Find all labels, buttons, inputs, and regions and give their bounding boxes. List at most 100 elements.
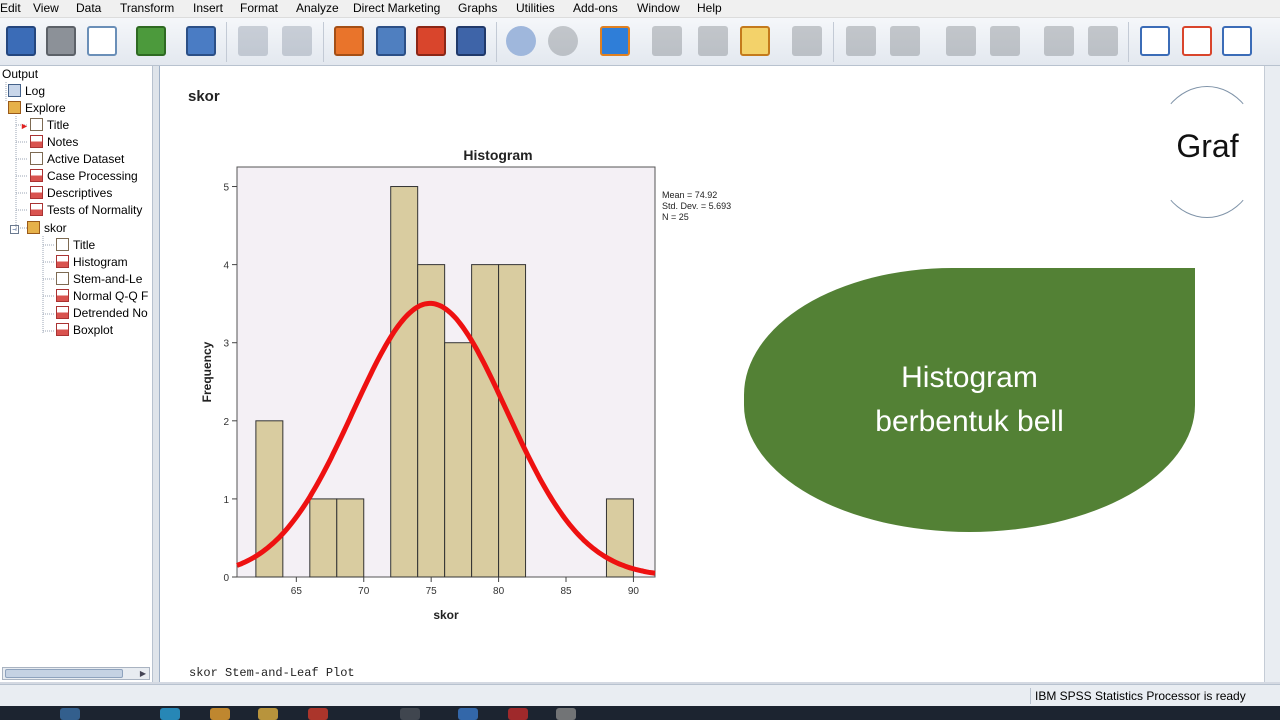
insert-cases-icon[interactable] bbox=[416, 26, 446, 56]
notes-icon bbox=[30, 135, 43, 148]
y-tick-label: 5 bbox=[223, 183, 229, 194]
scrollbar-thumb[interactable] bbox=[5, 669, 123, 678]
callout-text: Histogram berbentuk bell bbox=[744, 356, 1195, 444]
taskbar-app-icon[interactable] bbox=[458, 708, 478, 720]
outline-root[interactable]: Output bbox=[2, 67, 38, 82]
outline-descriptives[interactable]: Descriptives bbox=[30, 186, 112, 201]
collapse-toggle-icon[interactable]: − bbox=[10, 225, 19, 234]
vertical-scrollbar[interactable] bbox=[1264, 66, 1280, 682]
status-text: IBM SPSS Statistics Processor is ready bbox=[1035, 689, 1246, 703]
book-icon bbox=[8, 101, 21, 114]
select-cases-icon[interactable] bbox=[548, 26, 578, 56]
insert-text-icon[interactable] bbox=[1222, 26, 1252, 56]
recall-dialog-icon[interactable] bbox=[186, 26, 216, 56]
value-labels-icon[interactable] bbox=[652, 26, 682, 56]
show-all-icon[interactable] bbox=[698, 26, 728, 56]
show-icon[interactable] bbox=[1044, 26, 1074, 56]
toolbar-separator bbox=[833, 22, 834, 62]
outline-skor[interactable]: − skor bbox=[10, 221, 67, 236]
menu-graphs[interactable]: Graphs bbox=[458, 1, 497, 15]
scroll-right-icon[interactable]: ▶ bbox=[138, 669, 148, 678]
x-axis-ticks: 65 70 75 80 85 90 bbox=[291, 577, 639, 597]
menu-analyze[interactable]: Analyze bbox=[296, 1, 339, 15]
taskbar-app-icon[interactable] bbox=[400, 708, 420, 720]
print-icon[interactable] bbox=[46, 26, 76, 56]
x-tick-label: 65 bbox=[291, 586, 303, 597]
y-tick-label: 2 bbox=[223, 417, 229, 428]
taskbar-app-icon[interactable] bbox=[60, 708, 80, 720]
weight-cases-icon[interactable] bbox=[600, 26, 630, 56]
chart-icon bbox=[56, 306, 69, 319]
menu-direct-marketing[interactable]: Direct Marketing bbox=[353, 1, 440, 15]
undo-icon[interactable] bbox=[238, 26, 268, 56]
outline-explore[interactable]: Explore bbox=[8, 101, 66, 116]
use-sets-icon[interactable] bbox=[740, 26, 770, 56]
y-tick-label: 3 bbox=[223, 339, 229, 350]
menu-transform[interactable]: Transform bbox=[120, 1, 174, 15]
outline-histogram[interactable]: Histogram bbox=[56, 255, 128, 270]
chart-title: Histogram bbox=[463, 147, 532, 163]
taskbar-app-icon[interactable] bbox=[258, 708, 278, 720]
outline-normal-qq[interactable]: Normal Q-Q F bbox=[56, 289, 148, 304]
menu-data[interactable]: Data bbox=[76, 1, 101, 15]
status-bar: IBM SPSS Statistics Processor is ready bbox=[0, 684, 1280, 706]
forward-icon[interactable] bbox=[890, 26, 920, 56]
menu-format[interactable]: Format bbox=[240, 1, 278, 15]
goto-case-icon[interactable] bbox=[334, 26, 364, 56]
menu-window[interactable]: Window bbox=[637, 1, 680, 15]
graf-label: Graf bbox=[1176, 128, 1239, 164]
outline-explore-title[interactable]: ► Title bbox=[20, 118, 69, 133]
outline-stem-and-leaf[interactable]: Stem-and-Le bbox=[56, 272, 142, 287]
x-tick-label: 70 bbox=[358, 586, 370, 597]
histogram-bar bbox=[336, 498, 365, 578]
redo-icon[interactable] bbox=[282, 26, 312, 56]
log-icon bbox=[8, 84, 21, 97]
y-tick-label: 0 bbox=[223, 573, 229, 584]
y-tick-label: 4 bbox=[223, 261, 229, 272]
outline-horizontal-scrollbar[interactable]: ▶ bbox=[2, 667, 150, 680]
menu-edit[interactable]: Edit bbox=[0, 1, 21, 15]
taskbar bbox=[0, 706, 1280, 720]
split-file-icon[interactable] bbox=[506, 26, 536, 56]
outline-tests-of-normality[interactable]: Tests of Normality bbox=[30, 203, 142, 218]
print-preview-icon[interactable] bbox=[87, 26, 117, 56]
toolbar-separator bbox=[496, 22, 497, 62]
outline-log[interactable]: Log bbox=[8, 84, 45, 99]
toolbar-separator bbox=[323, 22, 324, 62]
collapse-icon[interactable] bbox=[990, 26, 1020, 56]
histogram-bar bbox=[390, 186, 419, 578]
taskbar-app-icon[interactable] bbox=[308, 708, 328, 720]
back-icon[interactable] bbox=[846, 26, 876, 56]
outline-case-processing[interactable]: Case Processing bbox=[30, 169, 138, 184]
taskbar-app-icon[interactable] bbox=[160, 708, 180, 720]
export-icon[interactable] bbox=[136, 26, 166, 56]
outline-skor-title[interactable]: Title bbox=[56, 238, 95, 253]
designate-window-icon[interactable] bbox=[792, 26, 822, 56]
histogram-chart[interactable]: Histogram 012345 65 70 75 80 85 90 Frequency … bbox=[190, 140, 750, 622]
insert-title-icon[interactable] bbox=[1182, 26, 1212, 56]
outline-boxplot[interactable]: Boxplot bbox=[56, 323, 113, 338]
goto-variable-icon[interactable] bbox=[376, 26, 406, 56]
outline-explore-notes[interactable]: Notes bbox=[30, 135, 78, 150]
taskbar-app-icon[interactable] bbox=[508, 708, 528, 720]
menu-bar: Edit View Data Transform Insert Format A… bbox=[0, 0, 1280, 18]
taskbar-app-icon[interactable] bbox=[210, 708, 230, 720]
x-tick-label: 75 bbox=[426, 586, 438, 597]
menu-help[interactable]: Help bbox=[697, 1, 722, 15]
menu-utilities[interactable]: Utilities bbox=[516, 1, 555, 15]
menu-add-ons[interactable]: Add-ons bbox=[573, 1, 618, 15]
stat-mean: Mean = 74.92 bbox=[662, 190, 717, 200]
menu-insert[interactable]: Insert bbox=[193, 1, 223, 15]
chart-icon bbox=[56, 323, 69, 336]
outline-active-dataset[interactable]: Active Dataset bbox=[30, 152, 124, 167]
outline-detrended[interactable]: Detrended No bbox=[56, 306, 148, 321]
insert-heading-icon[interactable] bbox=[1140, 26, 1170, 56]
hide-icon[interactable] bbox=[1088, 26, 1118, 56]
menu-view[interactable]: View bbox=[33, 1, 59, 15]
histogram-bar bbox=[471, 264, 500, 578]
save-icon[interactable] bbox=[6, 26, 36, 56]
book-icon bbox=[27, 221, 40, 234]
taskbar-app-icon[interactable] bbox=[556, 708, 576, 720]
expand-icon[interactable] bbox=[946, 26, 976, 56]
insert-variable-icon[interactable] bbox=[456, 26, 486, 56]
